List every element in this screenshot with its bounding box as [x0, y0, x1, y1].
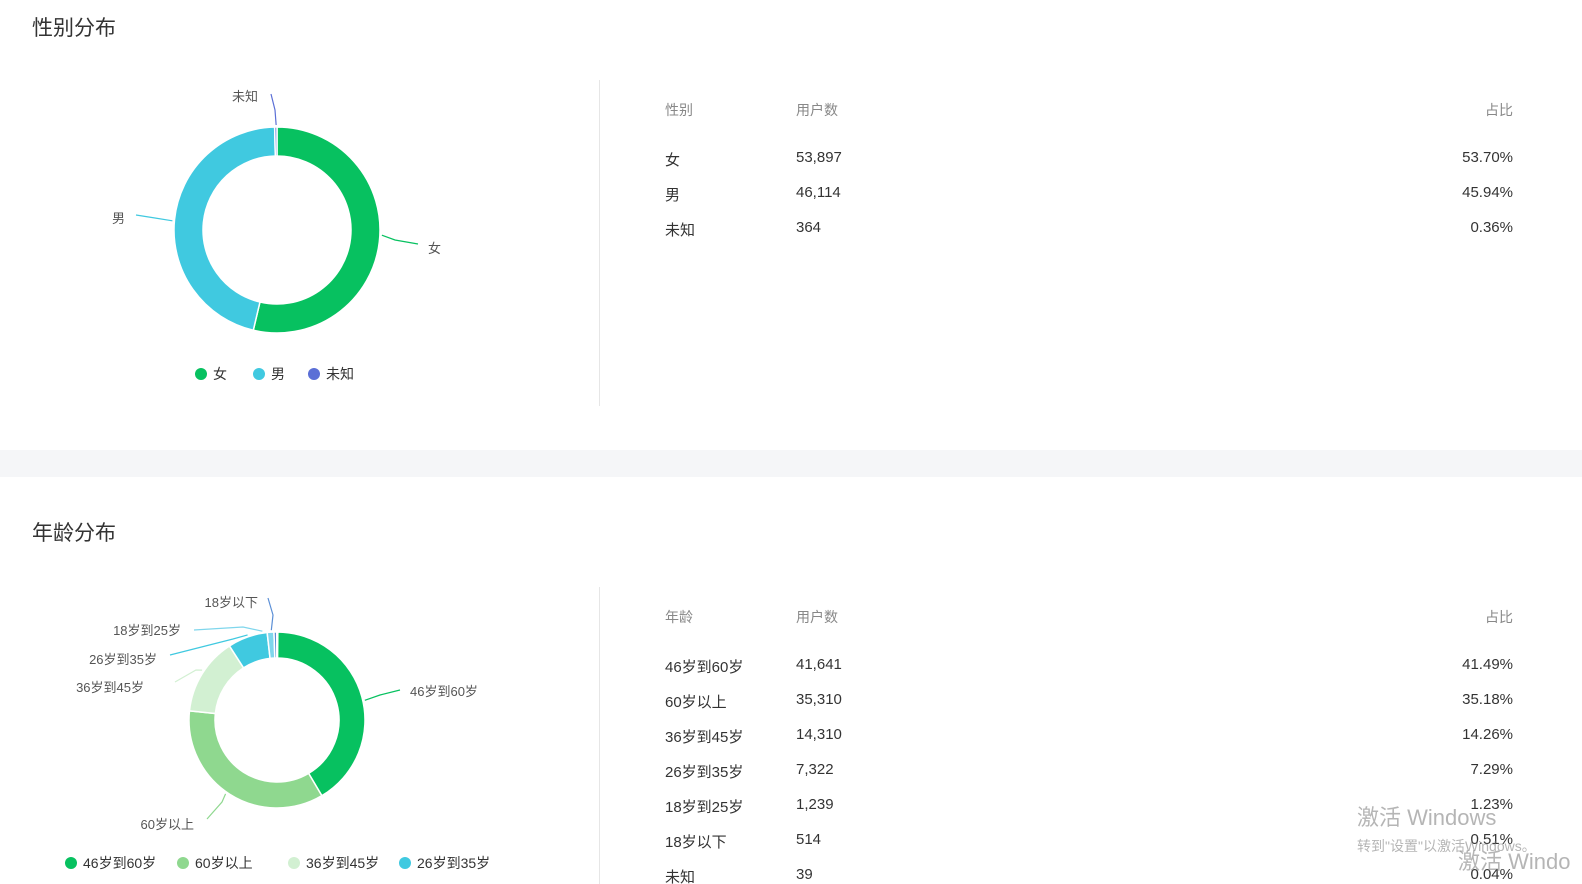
gender-table-header: 性别 用户数 占比 — [665, 100, 1513, 149]
age-divider — [599, 587, 600, 884]
row-count: 46,114 — [796, 184, 841, 201]
data-label: 男 — [112, 211, 125, 226]
row-label: 18岁以下 — [665, 834, 727, 851]
data-label: 26岁到35岁 — [89, 652, 157, 667]
label-line — [135, 214, 173, 222]
data-label: 未知 — [232, 89, 258, 104]
slice-46岁到60岁 — [276, 631, 366, 797]
age-col-count: 用户数 — [796, 609, 838, 625]
row-count: 364 — [796, 219, 822, 236]
gender-col-count: 用户数 — [796, 102, 838, 118]
data-label: 46岁到60岁 — [410, 684, 478, 699]
table-row: 46岁到60岁 41,641 41.49% — [665, 656, 1513, 691]
row-ratio: 35.18% — [1462, 691, 1513, 708]
gender-section: 性别分布 女男未知女男未知 性别 用户数 占比 女 53,897 53.70% … — [0, 0, 1582, 450]
row-count: 1,239 — [796, 796, 834, 813]
row-label: 46岁到60岁 — [665, 659, 744, 676]
gender-donut-chart: 女男未知女男未知 — [112, 89, 441, 382]
age-section: 年龄分布 46岁到60岁 60岁以上 36岁到45岁 26岁到35岁 18岁到25岁 18… — [0, 477, 1582, 884]
legend-marker — [65, 857, 77, 869]
row-label: 男 — [665, 187, 681, 204]
legend-label: 60岁以上 — [195, 855, 253, 871]
label-line — [206, 793, 227, 820]
legend-marker — [308, 368, 320, 380]
row-ratio: 7.29% — [1470, 761, 1513, 778]
table-row: 男 46,114 45.94% — [665, 184, 1513, 219]
legend-label: 36岁到45岁 — [306, 855, 379, 871]
slice-未知 — [273, 126, 278, 157]
row-label: 18岁到25岁 — [665, 799, 744, 816]
legend-marker — [177, 857, 189, 869]
section-gap — [0, 450, 1582, 477]
watermark-line1: 激活 Windows — [1357, 805, 1497, 830]
table-row: 60岁以上 35,310 35.18% — [665, 691, 1513, 726]
legend-label: 男 — [271, 366, 285, 382]
row-count: 39 — [796, 866, 813, 883]
label-line — [381, 234, 419, 245]
slice-60岁以上 — [188, 709, 323, 809]
table-row: 未知 39 0.04% — [665, 866, 1513, 884]
table-row: 女 53,897 53.70% — [665, 149, 1513, 184]
legend-label: 未知 — [326, 366, 354, 382]
legend-label: 女 — [213, 366, 227, 382]
slice-男 — [173, 126, 277, 332]
table-row: 未知 364 0.36% — [665, 219, 1513, 254]
row-count: 53,897 — [796, 149, 842, 166]
label-line — [364, 689, 401, 701]
row-label: 未知 — [665, 222, 696, 239]
gender-divider — [599, 80, 600, 406]
windows-activation-watermark-2: 激活 Windo — [1458, 849, 1571, 874]
slice-女 — [252, 126, 381, 334]
row-ratio: 53.70% — [1462, 149, 1513, 166]
legend-marker — [253, 368, 265, 380]
age-col-ratio: 占比 — [1485, 609, 1513, 625]
gender-col-ratio: 占比 — [1485, 102, 1513, 118]
row-count: 41,641 — [796, 656, 842, 673]
row-count: 514 — [796, 831, 822, 848]
table-row: 36岁到45岁 14,310 14.26% — [665, 726, 1513, 761]
data-label: 36岁到45岁 — [76, 680, 144, 695]
legend-label: 26岁到35岁 — [417, 855, 490, 871]
data-label: 18岁以下 — [205, 595, 258, 610]
gender-col-label: 性别 — [665, 102, 693, 118]
label-line — [270, 93, 277, 126]
row-label: 未知 — [665, 869, 696, 884]
gender-table: 性别 用户数 占比 女 53,897 53.70% 男 46,114 45.94… — [665, 100, 1513, 254]
row-label: 60岁以上 — [665, 694, 727, 711]
legend-marker — [399, 857, 411, 869]
data-label: 60岁以上 — [141, 817, 194, 832]
row-label: 36岁到45岁 — [665, 729, 744, 746]
legend-marker — [195, 368, 207, 380]
row-count: 7,322 — [796, 761, 834, 778]
table-row: 26岁到35岁 7,322 7.29% — [665, 761, 1513, 796]
legend-marker — [288, 857, 300, 869]
row-count: 14,310 — [796, 726, 842, 743]
row-ratio: 0.36% — [1470, 219, 1513, 236]
row-ratio: 41.49% — [1462, 656, 1513, 673]
age-table-header: 年龄 用户数 占比 — [665, 607, 1513, 656]
row-count: 35,310 — [796, 691, 842, 708]
row-ratio: 45.94% — [1462, 184, 1513, 201]
legend-label: 46岁到60岁 — [83, 855, 156, 871]
age-col-label: 年龄 — [665, 609, 693, 625]
row-label: 26岁到35岁 — [665, 764, 744, 781]
label-line — [193, 626, 263, 632]
row-label: 女 — [665, 152, 681, 169]
label-line — [267, 597, 274, 631]
data-label: 女 — [428, 241, 441, 256]
data-label: 18岁到25岁 — [113, 623, 181, 638]
age-donut-chart: 46岁到60岁 60岁以上 36岁到45岁 26岁到35岁 18岁到25岁 18岁以下 46… — [65, 595, 490, 871]
row-ratio: 14.26% — [1462, 726, 1513, 743]
slice-未知 — [276, 631, 279, 659]
